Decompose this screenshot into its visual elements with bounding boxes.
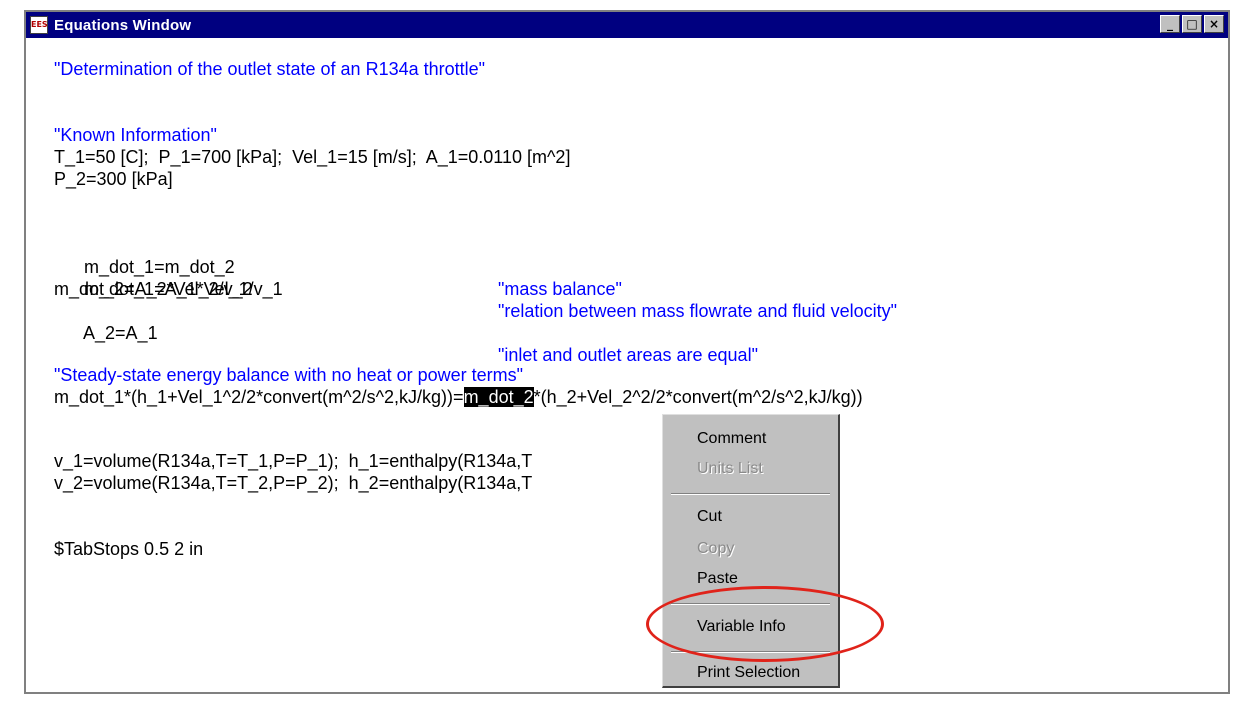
ees-app-icon[interactable]: EES: [30, 16, 48, 34]
header-comment: "Determination of the outlet state of an…: [54, 59, 486, 79]
minimize-button[interactable]: _: [1160, 15, 1180, 33]
energy-right-side: onvert(m^2/s^2,kJ/kg)): [681, 387, 863, 407]
state-1-properties: v_1=volume(R134a,T=T_1,P=P_1); h_1=entha…: [54, 451, 533, 471]
known-pressure-line: P_2=300 [kPa]: [54, 169, 173, 189]
equation-text: A_2=A_1: [83, 323, 158, 343]
context-menu: Comment Units List Cut Copy Paste Variab…: [662, 414, 840, 688]
close-button[interactable]: ×: [1204, 15, 1224, 33]
equations-editor[interactable]: "Determination of the outlet state of an…: [26, 38, 1228, 692]
energy-left-side: m_dot_1*(h_1+Vel_1^2/2*convert(m^2/s^2,k…: [54, 387, 464, 407]
energy-balance-equation: m_dot_1*(h_1+Vel_1^2/2*convert(m^2/s^2,k…: [54, 386, 863, 408]
window-controls: _ □ ×: [1160, 15, 1224, 33]
known-info-comment: "Known Information": [54, 125, 217, 145]
selected-variable[interactable]: m_dot_2: [463, 387, 534, 407]
menu-item-units-list[interactable]: Units List: [697, 455, 763, 483]
mass-flow-comment: "relation between mass flowrate and flui…: [498, 301, 897, 321]
tabstops-directive: $TabStops 0.5 2 in: [54, 539, 204, 559]
menu-item-print-selection[interactable]: Print Selection: [697, 659, 800, 687]
menu-item-cut[interactable]: Cut: [697, 503, 722, 531]
title-bar[interactable]: EES Equations Window _ □ ×: [26, 12, 1228, 38]
mass-flow-equation-2: m_dot_2=A_2*Vel_2/v_2: [54, 279, 253, 299]
maximize-button[interactable]: □: [1182, 15, 1202, 33]
known-values-line: T_1=50 [C]; P_1=700 [kPa]; Vel_1=15 [m/s…: [54, 147, 571, 167]
window-title: Equations Window: [54, 16, 192, 34]
menu-separator: [671, 603, 830, 605]
energy-hidden-segment: *(h_2+Vel_2^2/2*c: [533, 387, 682, 407]
state-2-properties: v_2=volume(R134a,T=T_2,P=P_2); h_2=entha…: [54, 473, 533, 493]
menu-separator: [671, 493, 830, 495]
menu-item-copy[interactable]: Copy: [697, 535, 734, 563]
mass-balance-comment: "mass balance": [498, 279, 622, 299]
equations-window: EES Equations Window _ □ × "Determinatio…: [24, 10, 1230, 694]
area-comment: "inlet and outlet areas are equal": [498, 345, 758, 365]
menu-item-variable-info[interactable]: Variable Info: [697, 613, 786, 641]
energy-balance-comment: "Steady-state energy balance with no hea…: [54, 365, 524, 385]
menu-item-paste[interactable]: Paste: [697, 565, 738, 593]
menu-separator: [671, 651, 830, 653]
menu-item-comment[interactable]: Comment: [697, 425, 766, 453]
